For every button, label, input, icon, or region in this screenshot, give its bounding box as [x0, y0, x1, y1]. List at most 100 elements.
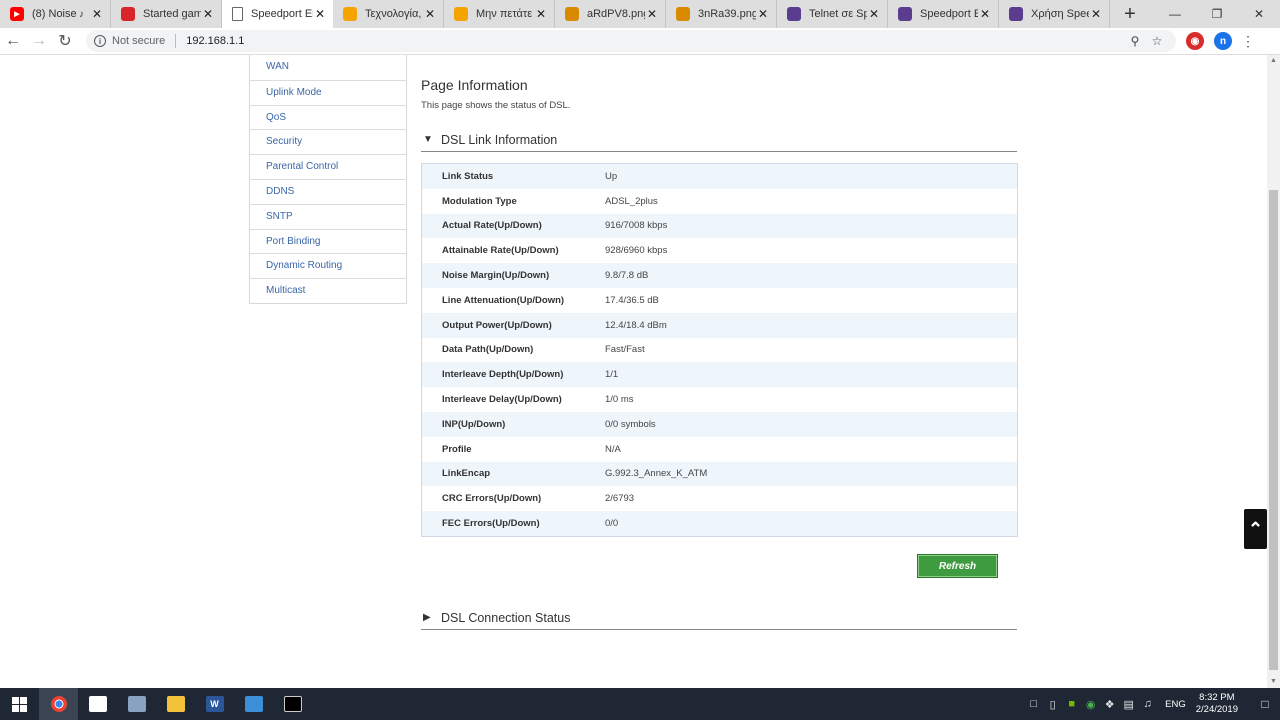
- sidebar-item-dynamic-routing[interactable]: Dynamic Routing: [250, 253, 406, 278]
- browser-tab[interactable]: aRdPV8.png (✕: [555, 0, 666, 28]
- browser-tab[interactable]: Speedport En✕: [888, 0, 999, 28]
- scroll-thumb[interactable]: [1269, 190, 1278, 670]
- row-value: 916/7008 kbps: [605, 220, 668, 232]
- taskbar-word[interactable]: W: [195, 688, 234, 720]
- tab-close-icon[interactable]: ✕: [534, 7, 548, 21]
- browser-tab[interactable]: Speedport En✕: [222, 0, 333, 28]
- taskbar-remote-desktop[interactable]: [234, 688, 273, 720]
- game-icon: [121, 7, 135, 21]
- scroll-down-icon[interactable]: ▼: [1267, 676, 1280, 688]
- sidebar-item-qos[interactable]: QoS: [250, 104, 406, 130]
- forum-icon: [454, 7, 468, 21]
- browser-tab[interactable]: ▶ (8) Noise ♪ ✕: [0, 0, 111, 28]
- sidebar-item-security[interactable]: Security: [250, 129, 406, 154]
- table-row: FEC Errors(Up/Down) 0/0: [422, 511, 1017, 536]
- volume-icon[interactable]: ♫: [1138, 698, 1157, 710]
- browser-tab[interactable]: Started game✕: [111, 0, 222, 28]
- row-label: CRC Errors(Up/Down): [442, 493, 542, 505]
- sidebar-item-sntp[interactable]: SNTP: [250, 203, 406, 229]
- system-clock[interactable]: 8:32 PM 2/24/2019: [1196, 692, 1238, 716]
- tab-close-icon[interactable]: ✕: [90, 7, 104, 21]
- refresh-button[interactable]: Refresh: [917, 554, 998, 578]
- taskbar-terminal[interactable]: [273, 688, 312, 720]
- nvidia-icon[interactable]: ■: [1062, 698, 1081, 710]
- browser-tab-strip: ▶(8) Noise♪✕Started game✕Speedport En✕Τε…: [0, 0, 1280, 28]
- key-icon[interactable]: ⚲: [1124, 34, 1146, 48]
- table-row: Noise Margin(Up/Down) 9.8/7.8 dB: [422, 263, 1017, 288]
- table-row: Interleave Depth(Up/Down) 1/1: [422, 362, 1017, 388]
- browser-tab[interactable]: Μην πετάτε τ ✕: [444, 0, 555, 28]
- taskbar-chrome[interactable]: [39, 688, 78, 720]
- address-bar[interactable]: i Not secure 192.168.1.1 ⚲ ☆: [86, 30, 1176, 52]
- task-view-icon[interactable]: □: [1024, 698, 1043, 710]
- new-tab-button[interactable]: +: [1116, 0, 1144, 28]
- row-value: 17.4/36.5 dB: [605, 294, 659, 306]
- sidebar-item-uplink-mode[interactable]: Uplink Mode: [250, 79, 406, 105]
- browser-tab[interactable]: Telnet σε Spe✕: [777, 0, 888, 28]
- image-icon: [565, 7, 579, 21]
- tab-close-icon[interactable]: ✕: [645, 7, 659, 21]
- row-label: Noise Margin(Up/Down): [442, 270, 550, 282]
- dsl-link-section-header[interactable]: ▼ DSL Link Information: [421, 128, 1017, 152]
- table-row: Link Status Up: [422, 164, 1017, 189]
- shield-icon[interactable]: ◉: [1081, 698, 1100, 711]
- security-label: Not secure: [112, 35, 166, 47]
- reload-icon[interactable]: ↻: [52, 28, 78, 55]
- word-icon: W: [205, 696, 224, 712]
- youtube-icon: ▶: [10, 7, 24, 21]
- close-window-icon[interactable]: ✕: [1238, 0, 1280, 28]
- extension-icon[interactable]: ◉: [1186, 32, 1204, 50]
- security-icon[interactable]: ❖: [1100, 698, 1119, 711]
- url-text[interactable]: 192.168.1.1: [186, 35, 1124, 47]
- row-value: Up: [605, 170, 618, 182]
- tab-close-icon[interactable]: ✕: [867, 7, 881, 21]
- tab-close-icon[interactable]: ✕: [313, 7, 327, 21]
- tab-close-icon[interactable]: ✕: [978, 7, 992, 21]
- tab-close-icon[interactable]: ✕: [1089, 7, 1103, 21]
- remote-desktop-icon: [244, 696, 263, 712]
- notifications-icon[interactable]: □: [1250, 697, 1280, 711]
- taskbar-file-explorer[interactable]: [156, 688, 195, 720]
- sidebar-item-multicast[interactable]: Multicast: [250, 278, 406, 303]
- taskbar-mail[interactable]: [78, 688, 117, 720]
- network-icon[interactable]: ▤: [1119, 698, 1138, 711]
- tab-close-icon[interactable]: ✕: [201, 7, 215, 21]
- tab-close-icon[interactable]: ✕: [423, 7, 437, 21]
- row-label: Output Power(Up/Down): [442, 319, 552, 331]
- windows-taskbar: W □ ▯ ■ ◉ ❖ ▤ ♫ ENG 8:32 PM 2/24/2019 □: [0, 688, 1280, 720]
- windows-start-icon[interactable]: [0, 688, 39, 720]
- terminal-icon: [283, 696, 302, 712]
- usb-icon[interactable]: ▯: [1043, 698, 1062, 711]
- language-indicator[interactable]: ENG: [1165, 699, 1186, 710]
- browser-tab[interactable]: Τεχνολογία, Λ✕: [333, 0, 444, 28]
- sidebar-item-ddns[interactable]: DDNS: [250, 178, 406, 204]
- browser-tab[interactable]: 3nRa39.png (✕: [666, 0, 777, 28]
- taskbar-network-settings[interactable]: [117, 688, 156, 720]
- dsl-connection-section-header[interactable]: ▶ DSL Connection Status: [421, 606, 1017, 630]
- row-label: Attainable Rate(Up/Down): [442, 245, 559, 257]
- sidebar-item-parental-control[interactable]: Parental Control: [250, 154, 406, 179]
- table-row: CRC Errors(Up/Down) 2/6793: [422, 486, 1017, 512]
- minimize-icon[interactable]: —: [1154, 0, 1196, 28]
- scroll-to-top-icon[interactable]: ⌃: [1244, 509, 1267, 549]
- bookmark-star-icon[interactable]: ☆: [1146, 34, 1168, 48]
- scroll-up-icon[interactable]: ▲: [1267, 55, 1280, 67]
- row-label: Interleave Depth(Up/Down): [442, 369, 564, 381]
- tab-close-icon[interactable]: ✕: [756, 7, 770, 21]
- browser-tab[interactable]: Χρήση Speed✕: [999, 0, 1110, 28]
- forward-arrow-icon[interactable]: →: [26, 28, 52, 55]
- tab-title: Speedport En: [251, 8, 313, 20]
- sidebar-menu: WAN Uplink Mode QoS Security Parental Contro…: [249, 55, 407, 304]
- row-label: Modulation Type: [442, 195, 517, 207]
- speaker-icon[interactable]: ♪: [79, 9, 84, 20]
- network-settings-icon: [127, 696, 146, 712]
- more-menu-icon[interactable]: ⋮: [1238, 34, 1258, 48]
- page-scrollbar[interactable]: ▲ ▼: [1267, 55, 1280, 688]
- sidebar-item-wan[interactable]: WAN: [250, 55, 406, 80]
- profile-avatar[interactable]: n: [1214, 32, 1232, 50]
- sidebar-item-port-binding[interactable]: Port Binding: [250, 228, 406, 254]
- restore-icon[interactable]: ❐: [1196, 0, 1238, 28]
- triangle-down-icon: ▼: [423, 134, 433, 145]
- info-icon[interactable]: i: [94, 35, 106, 47]
- back-arrow-icon[interactable]: ←: [0, 28, 26, 55]
